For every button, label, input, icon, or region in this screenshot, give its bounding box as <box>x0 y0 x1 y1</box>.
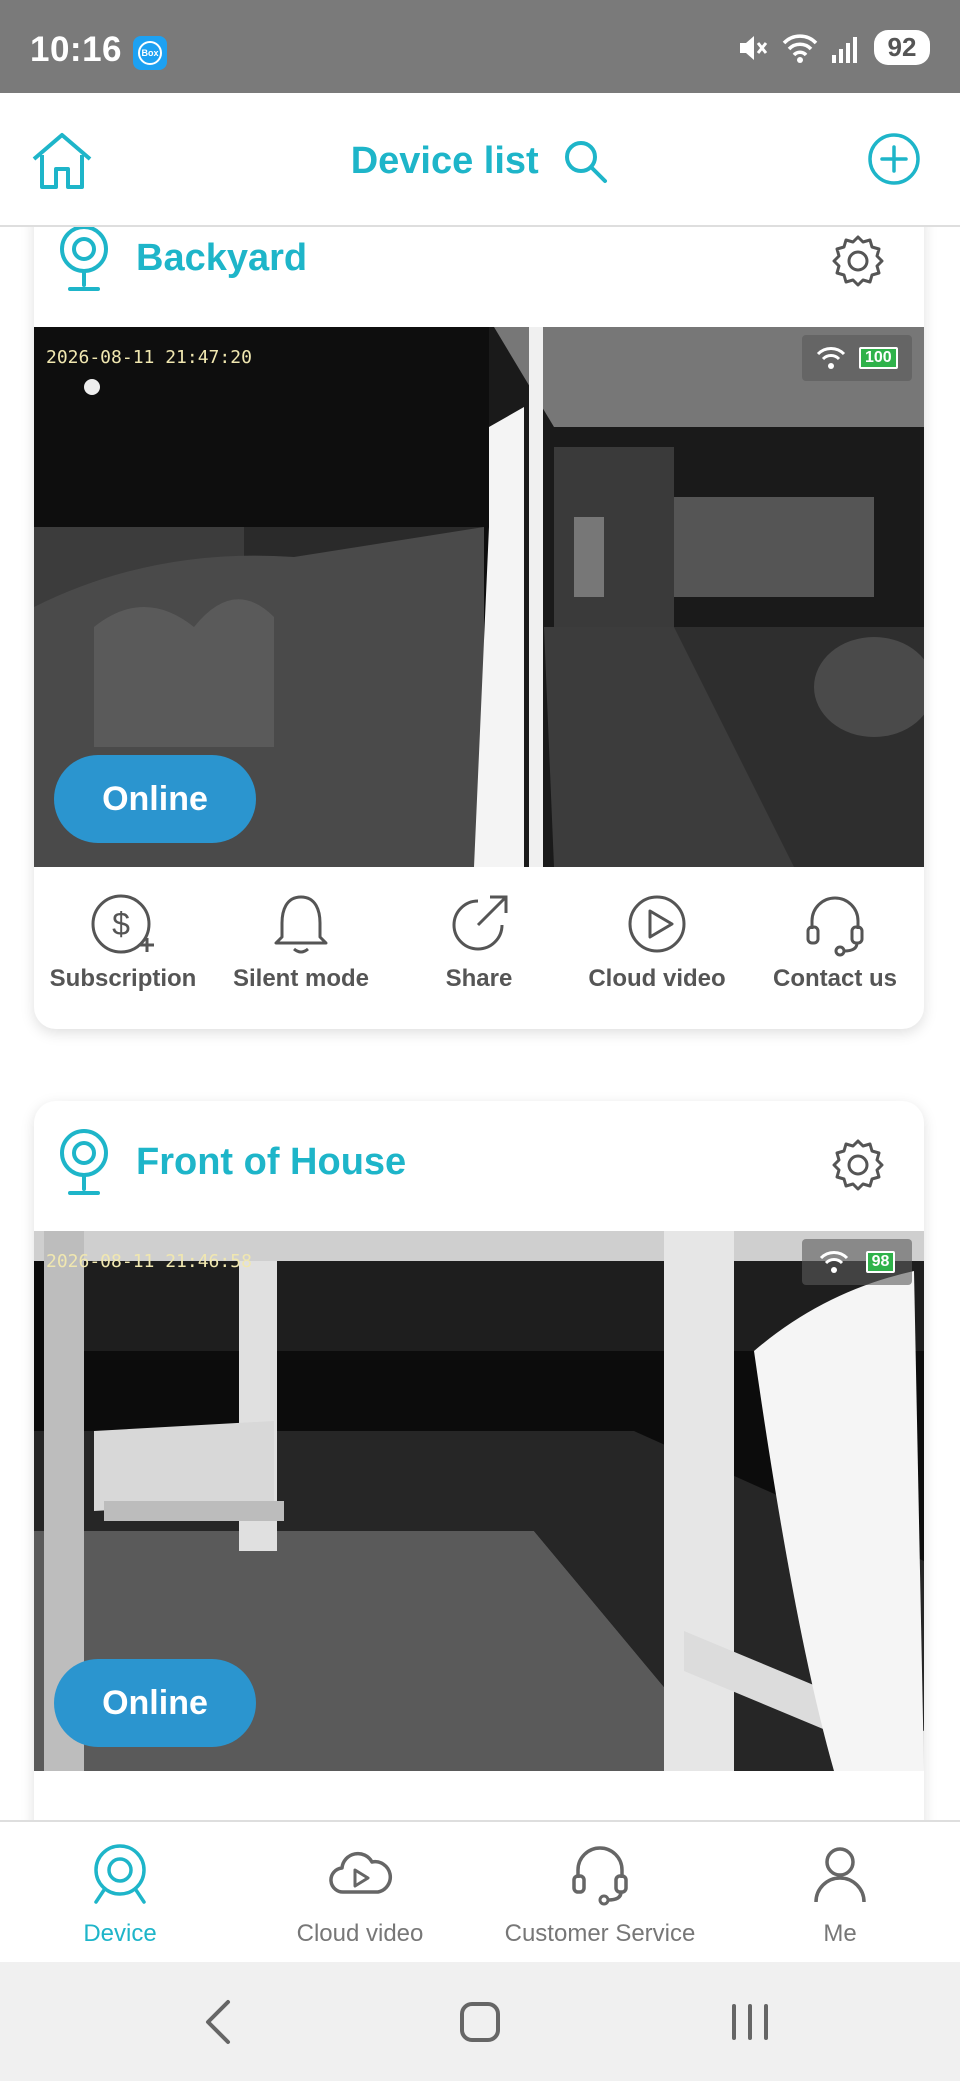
search-icon[interactable] <box>561 137 609 185</box>
home-nav-icon[interactable] <box>450 1992 510 2052</box>
subscription-icon: $ <box>91 894 154 954</box>
wifi-icon <box>819 1251 848 1273</box>
online-status-badge: Online <box>54 755 256 843</box>
device-card: Backyard 2026-08-11 21:47:20 100 Online … <box>34 227 924 1029</box>
app-notification-icon: Box <box>133 36 167 70</box>
device-card-header: Backyard <box>34 227 924 327</box>
camera-icon <box>94 1844 146 1904</box>
person-icon <box>814 1847 866 1903</box>
online-status-badge: Online <box>54 1659 256 1747</box>
cloud-play-icon <box>329 1851 392 1894</box>
feed-status-box: 100 <box>802 335 912 381</box>
action-subscription[interactable]: $ Subscription <box>34 867 212 1027</box>
add-device-icon[interactable] <box>866 131 922 187</box>
device-battery: 100 <box>858 347 898 369</box>
headset-icon <box>806 896 864 957</box>
status-bar: 10:16 Box 92 <box>0 0 960 93</box>
action-silent-mode[interactable]: Silent mode <box>212 867 390 1027</box>
camera-icon <box>60 1129 108 1195</box>
cell-signal-icon <box>832 36 857 63</box>
nav-label: Me <box>823 1920 857 1947</box>
device-list[interactable]: Backyard 2026-08-11 21:47:20 100 Online … <box>0 227 960 1820</box>
device-card-header: Front of House <box>34 1101 924 1231</box>
nav-cloud-video[interactable]: Cloud video <box>240 1822 480 1962</box>
status-time: 10:16 <box>30 30 123 69</box>
device-name[interactable]: Front of House <box>136 1141 406 1184</box>
device-battery: 98 <box>865 1251 896 1273</box>
nav-device[interactable]: Device <box>0 1822 240 1962</box>
feed-status-box: 98 <box>802 1239 912 1285</box>
battery-indicator: 92 <box>874 30 930 65</box>
feed-timestamp: 2026-08-11 21:47:20 <box>46 347 252 368</box>
action-label: Share <box>445 965 513 992</box>
page-title-group: Device list <box>0 137 960 185</box>
device-name[interactable]: Backyard <box>136 237 307 280</box>
camera-feed[interactable]: 2026-08-11 21:47:20 100 Online <box>34 327 924 867</box>
gear-icon[interactable] <box>830 233 886 289</box>
feed-timestamp: 2026-08-11 21:46:58 <box>46 1251 252 1272</box>
headset-icon <box>572 1846 628 1906</box>
action-label: Cloud video <box>588 965 726 992</box>
share-icon <box>452 895 508 951</box>
wifi-icon <box>782 33 818 63</box>
status-icons: 92 <box>736 30 930 65</box>
nav-me[interactable]: Me <box>720 1822 960 1962</box>
mute-icon <box>740 35 768 60</box>
camera-icon <box>60 227 108 291</box>
play-circle-icon <box>628 895 686 953</box>
back-icon[interactable] <box>190 1992 250 2052</box>
action-cloud-video[interactable]: Cloud video <box>568 867 746 1027</box>
wifi-icon <box>817 347 846 369</box>
bell-icon <box>274 895 328 954</box>
device-card: Front of House 2026-08-11 21:46:58 98 On… <box>34 1101 924 1820</box>
app-header: Device list <box>0 93 960 227</box>
action-contact-us[interactable]: Contact us <box>746 867 924 1027</box>
device-actions: $ Subscription Silent mode Share Cloud v… <box>34 867 924 1027</box>
recents-icon[interactable] <box>720 1992 780 2052</box>
gear-icon[interactable] <box>830 1137 886 1193</box>
nav-label: Cloud video <box>296 1920 424 1947</box>
action-label: Contact us <box>772 965 897 992</box>
system-nav-bar <box>0 1962 960 2081</box>
bottom-nav: Device Cloud video Customer Service Me <box>0 1820 960 1962</box>
page-title: Device list <box>350 139 539 182</box>
action-share[interactable]: Share <box>390 867 568 1027</box>
action-label: Silent mode <box>232 965 370 992</box>
nav-customer-service[interactable]: Customer Service <box>480 1822 720 1962</box>
nav-label: Device <box>83 1920 157 1947</box>
action-label: Subscription <box>49 965 197 992</box>
svg-text:$: $ <box>112 906 130 942</box>
camera-feed[interactable]: 2026-08-11 21:46:58 98 Online <box>34 1231 924 1771</box>
nav-label: Customer Service <box>504 1920 696 1947</box>
